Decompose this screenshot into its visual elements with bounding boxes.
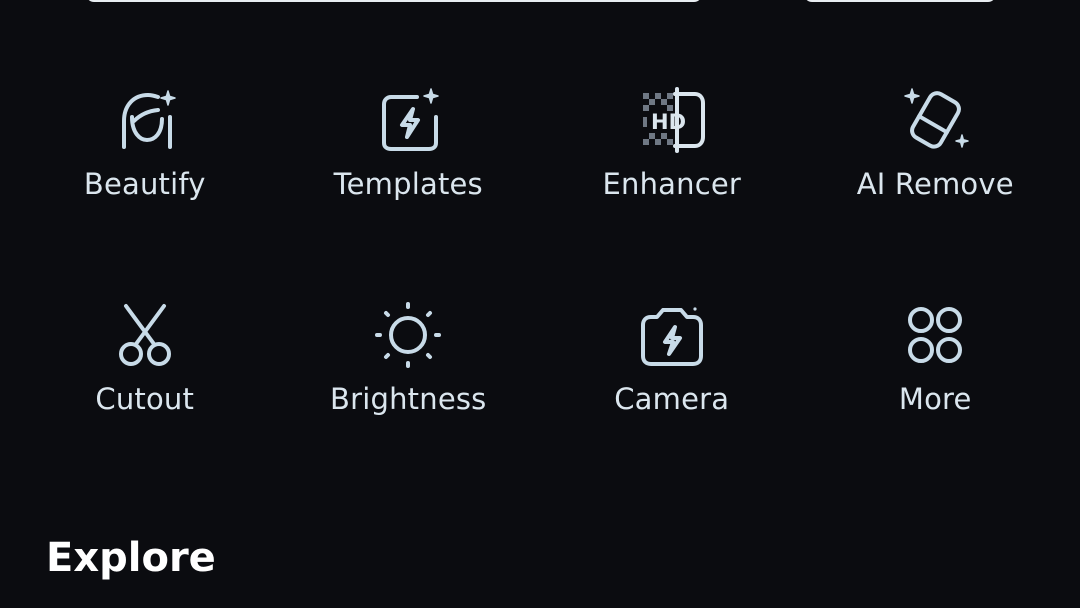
tool-label: Enhancer [602, 167, 742, 201]
tool-label: Beautify [83, 167, 206, 201]
tool-label: Templates [333, 167, 483, 201]
tool-beautify[interactable]: Beautify [13, 82, 277, 297]
tool-label: Brightness [330, 382, 487, 416]
tool-templates[interactable]: Templates [277, 82, 541, 297]
explore-section-title: Explore [46, 535, 216, 581]
svg-text:HD: HD [651, 110, 686, 134]
beautify-face-sparkle-icon [110, 82, 180, 158]
four-circles-grid-icon [900, 297, 970, 373]
hd-enhancer-icon: HD [637, 82, 707, 158]
tool-cutout[interactable]: Cutout [13, 297, 277, 457]
scissors-icon [110, 297, 180, 373]
tool-ai-remove[interactable]: AI Remove [804, 82, 1068, 297]
tool-label: Cutout [95, 382, 195, 416]
sun-icon [373, 297, 443, 373]
tool-camera[interactable]: Camera [540, 297, 804, 457]
eraser-sparkle-icon [900, 82, 970, 158]
tool-label: More [898, 382, 972, 416]
tool-label: AI Remove [856, 167, 1014, 201]
tool-brightness[interactable]: Brightness [277, 297, 541, 457]
tool-more[interactable]: More [804, 297, 1068, 457]
top-action-button-edge[interactable] [804, 0, 996, 2]
templates-lightning-frame-icon [373, 82, 443, 158]
tool-label: Camera [614, 382, 730, 416]
tools-grid: Beautify Templates HD Enhancer AI Remove… [13, 82, 1067, 457]
camera-lightning-icon [637, 297, 707, 373]
tool-enhancer[interactable]: HD Enhancer [540, 82, 804, 297]
top-search-bar-edge[interactable] [86, 0, 702, 2]
